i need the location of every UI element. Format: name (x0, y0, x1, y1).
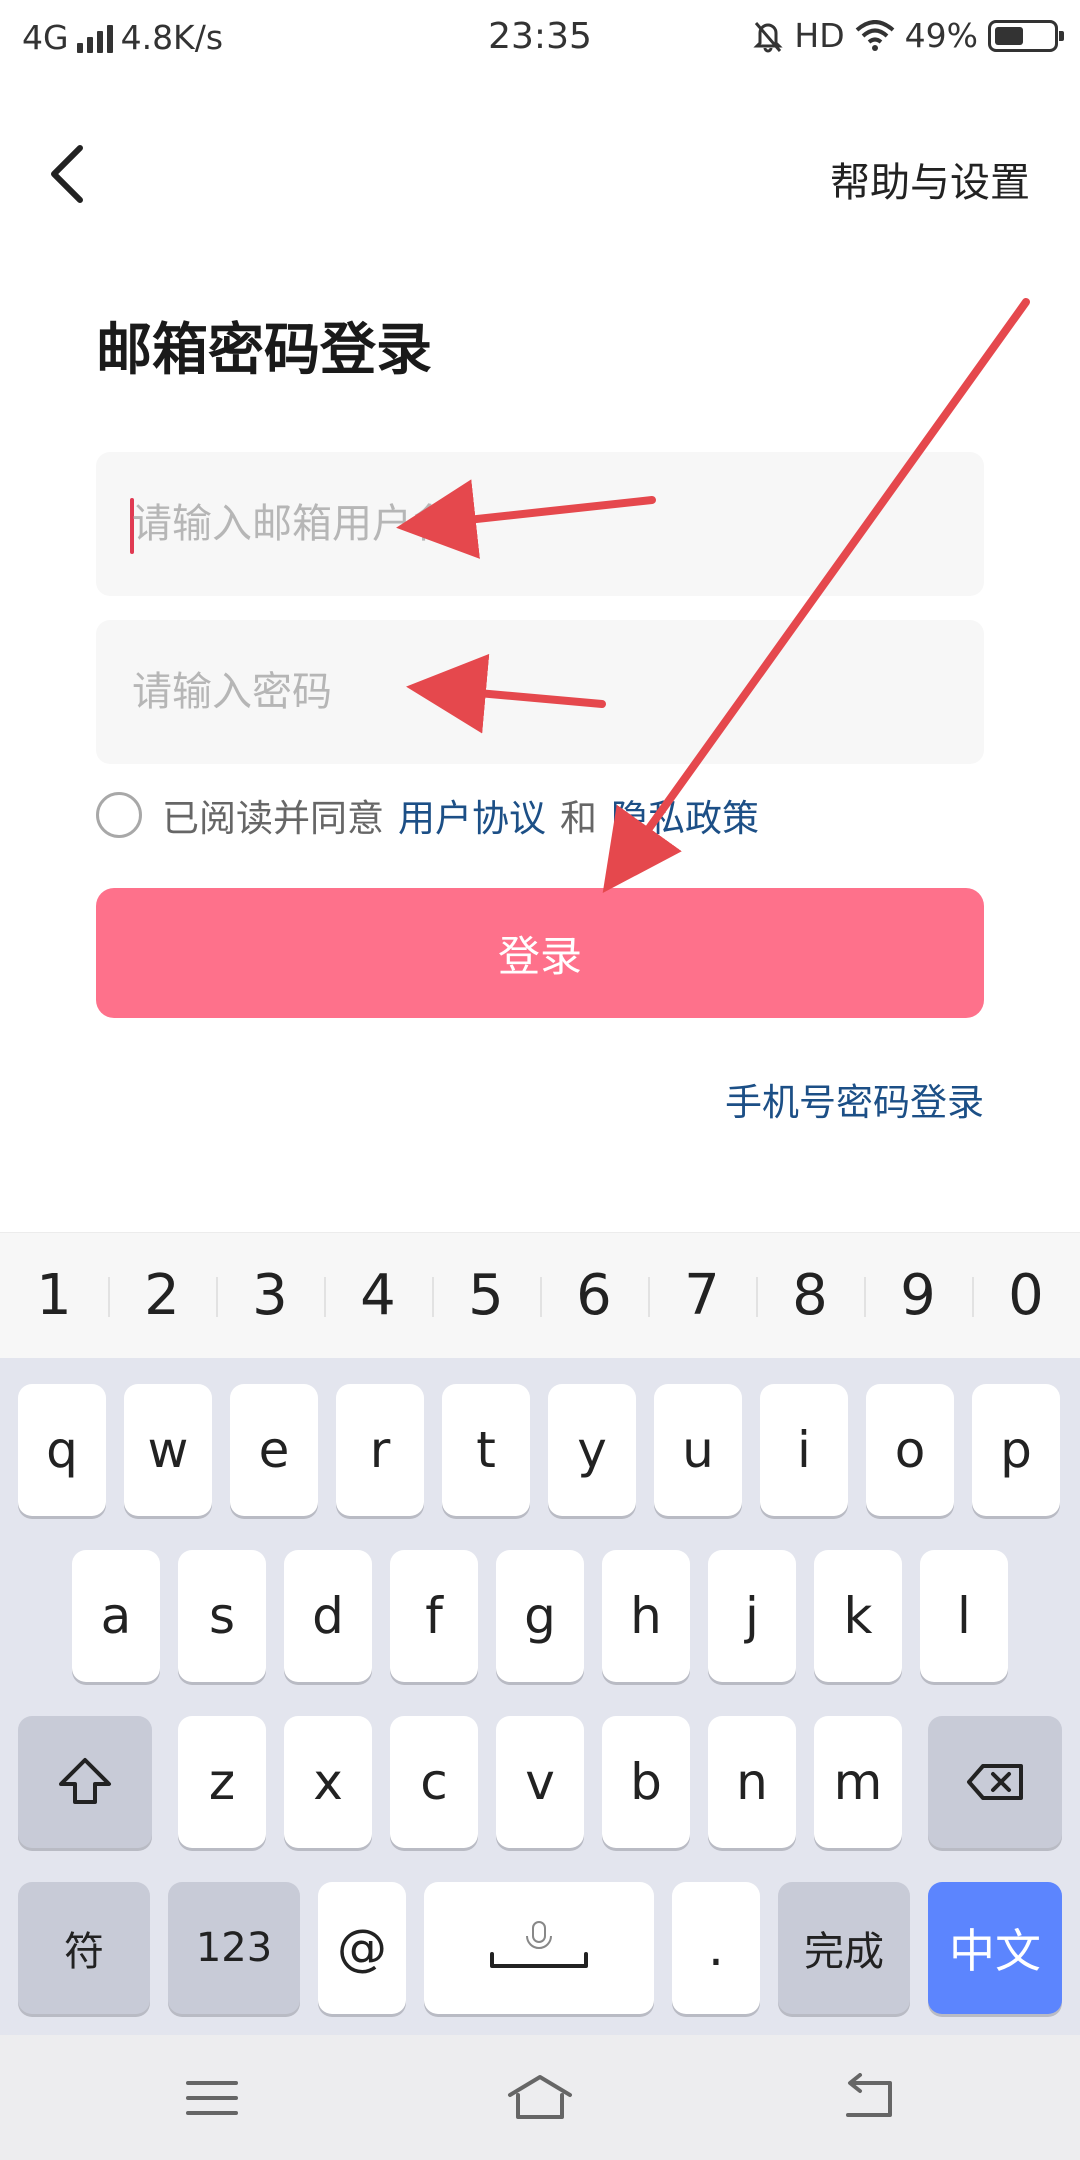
login-button[interactable]: 登录 (96, 888, 984, 1018)
done-key[interactable]: 完成 (778, 1882, 910, 2014)
letter-key[interactable]: e (230, 1384, 318, 1516)
number-key[interactable]: 7 (648, 1233, 756, 1358)
space-key[interactable] (424, 1882, 654, 2014)
mute-bell-icon (753, 21, 784, 52)
letter-key[interactable]: g (496, 1550, 584, 1682)
letter-key[interactable]: j (708, 1550, 796, 1682)
phone-password-login-link[interactable]: 手机号密码登录 (725, 1072, 984, 1126)
battery-percent: 49% (904, 16, 978, 55)
letter-key[interactable]: x (284, 1716, 372, 1848)
hd-badge: HD (794, 16, 845, 55)
page-title: 邮箱密码登录 (96, 318, 432, 383)
number-key[interactable]: 8 (756, 1233, 864, 1358)
password-field[interactable] (96, 620, 984, 764)
battery-fill (995, 26, 1023, 45)
letter-key[interactable]: y (548, 1384, 636, 1516)
home-icon[interactable] (504, 2073, 576, 2123)
shift-key[interactable] (18, 1716, 152, 1848)
letter-key[interactable]: q (18, 1384, 106, 1516)
letter-key[interactable]: d (284, 1550, 372, 1682)
number-key[interactable]: 9 (864, 1233, 972, 1358)
number-key[interactable]: 3 (216, 1233, 324, 1358)
letter-key[interactable]: t (442, 1384, 530, 1516)
letter-key[interactable]: w (124, 1384, 212, 1516)
keyboard: 符 123 @ . 完成 中文 qwertyuiop asdfghjkl zxcvb… (0, 1358, 1080, 2035)
agreement-and: 和 (560, 797, 597, 840)
help-settings-link[interactable]: 帮助与设置 (830, 150, 1030, 208)
back-arrow-icon[interactable] (838, 2073, 898, 2123)
number-key[interactable]: 6 (540, 1233, 648, 1358)
number-key[interactable]: 2 (108, 1233, 216, 1358)
letter-key[interactable]: l (920, 1550, 1008, 1682)
privacy-policy-link[interactable]: 隐私政策 (611, 788, 759, 842)
agreement-text: 已阅读并同意 (162, 797, 384, 840)
menu-icon[interactable] (182, 2073, 242, 2123)
letter-key[interactable]: p (972, 1384, 1060, 1516)
agree-checkbox[interactable] (96, 792, 142, 838)
chevron-left-icon (51, 145, 83, 203)
number-key[interactable]: 1 (0, 1233, 108, 1358)
backspace-key[interactable] (928, 1716, 1062, 1848)
letter-key[interactable]: m (814, 1716, 902, 1848)
letter-key[interactable]: r (336, 1384, 424, 1516)
letter-key[interactable]: z (178, 1716, 266, 1848)
letter-key[interactable]: f (390, 1550, 478, 1682)
user-agreement-link[interactable]: 用户协议 (398, 788, 546, 842)
shift-arrow-icon (59, 1758, 111, 1804)
letter-key[interactable]: c (390, 1716, 478, 1848)
letter-key[interactable]: h (602, 1550, 690, 1682)
symbols-key[interactable]: 符 (18, 1882, 150, 2014)
keyboard-number-row: 1234567890 (0, 1232, 1080, 1358)
period-key[interactable]: . (672, 1882, 760, 2014)
microphone-icon (490, 1921, 588, 1968)
password-input[interactable] (132, 620, 952, 764)
battery-icon (988, 19, 1064, 52)
number-key[interactable]: 0 (972, 1233, 1080, 1358)
letter-key[interactable]: s (178, 1550, 266, 1682)
email-field[interactable] (96, 452, 984, 596)
letter-key[interactable]: i (760, 1384, 848, 1516)
backspace-icon (967, 1764, 1023, 1800)
status-bar: 4G 4.8K/s 23:35 HD 49% (0, 0, 1080, 80)
wifi-icon (855, 19, 894, 51)
letter-key[interactable]: o (866, 1384, 954, 1516)
agreement-row: 已阅读并同意 用户协议 和 隐私政策 (96, 790, 759, 840)
letter-key[interactable]: k (814, 1550, 902, 1682)
number-key[interactable]: 5 (432, 1233, 540, 1358)
number-key[interactable]: 4 (324, 1233, 432, 1358)
email-input[interactable] (132, 452, 952, 596)
letter-key[interactable]: u (654, 1384, 742, 1516)
language-key[interactable]: 中文 (928, 1882, 1062, 2014)
letter-key[interactable]: n (708, 1716, 796, 1848)
back-button[interactable] (40, 140, 100, 210)
at-key[interactable]: @ (318, 1882, 406, 2014)
number-mode-key[interactable]: 123 (168, 1882, 300, 2014)
letter-key[interactable]: v (496, 1716, 584, 1848)
letter-key[interactable]: b (602, 1716, 690, 1848)
letter-key[interactable]: a (72, 1550, 160, 1682)
navigation-bar (0, 2035, 1080, 2160)
